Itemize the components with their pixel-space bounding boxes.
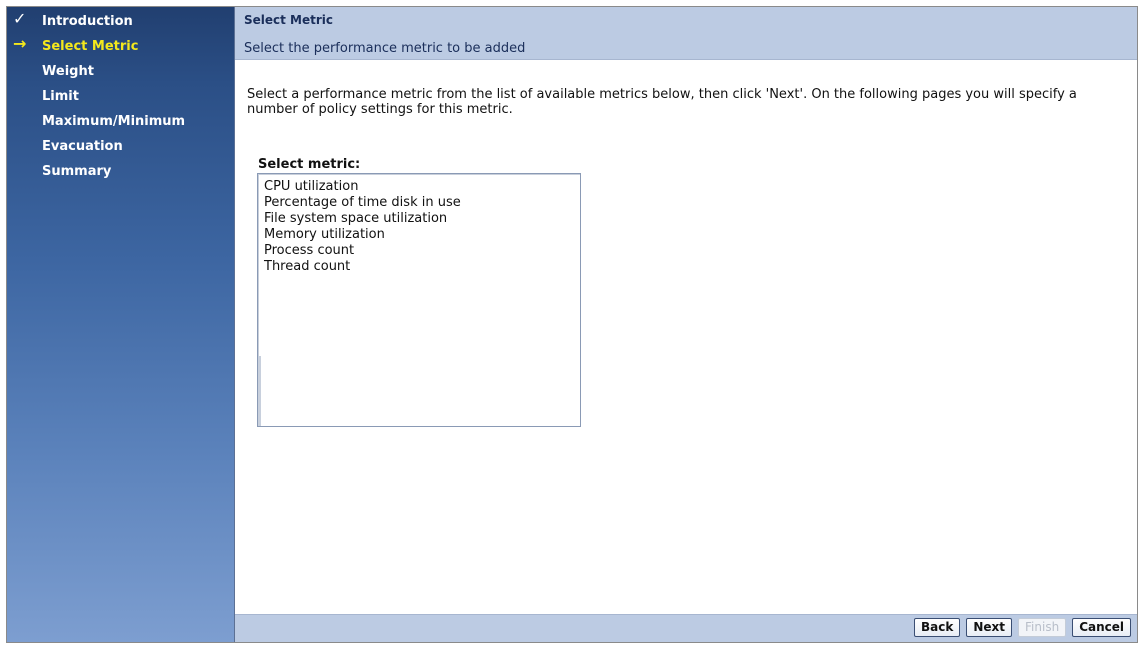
checkmark-icon: ✓ xyxy=(13,9,27,28)
step-label: Weight xyxy=(42,64,94,79)
metric-option[interactable]: Percentage of time disk in use xyxy=(264,195,574,211)
step-select-metric: → Select Metric xyxy=(7,34,234,61)
step-label: Maximum/Minimum xyxy=(42,114,186,129)
step-maximum-minimum: Maximum/Minimum xyxy=(7,111,234,136)
step-limit: Limit xyxy=(7,86,234,111)
wizard-footer: Back Next Finish Cancel xyxy=(235,614,1137,642)
wizard-window: ✓ Introduction → Select Metric Weight Li… xyxy=(6,6,1138,643)
metric-listbox[interactable]: CPU utilization Percentage of time disk … xyxy=(257,173,581,427)
cancel-button[interactable]: Cancel xyxy=(1072,618,1131,637)
step-introduction: ✓ Introduction xyxy=(7,9,234,36)
step-weight: Weight xyxy=(7,61,234,86)
wizard-steps-list: ✓ Introduction → Select Metric Weight Li… xyxy=(7,9,234,186)
metric-option[interactable]: Thread count xyxy=(264,259,574,275)
step-label: Summary xyxy=(42,164,112,179)
finish-button[interactable]: Finish xyxy=(1018,618,1067,637)
next-button[interactable]: Next xyxy=(966,618,1013,637)
metric-option[interactable]: Memory utilization xyxy=(264,227,574,243)
page-title: Select Metric xyxy=(244,13,334,27)
step-label: Limit xyxy=(42,89,79,104)
metric-option[interactable]: Process count xyxy=(264,243,574,259)
wizard-content: Select Metric Select the performance met… xyxy=(235,7,1137,642)
page-header: Select Metric Select the performance met… xyxy=(235,7,1137,60)
step-label: Evacuation xyxy=(42,139,123,154)
listbox-edge xyxy=(258,356,261,426)
arrow-right-icon: → xyxy=(13,34,27,53)
metric-option[interactable]: File system space utilization xyxy=(264,211,574,227)
step-label: Introduction xyxy=(42,14,133,29)
back-button[interactable]: Back xyxy=(914,618,961,637)
metric-option[interactable]: CPU utilization xyxy=(264,179,574,195)
instructions-text: Select a performance metric from the lis… xyxy=(247,87,1077,117)
wizard-buttons: Back Next Finish Cancel xyxy=(914,618,1131,637)
step-evacuation: Evacuation xyxy=(7,136,234,161)
step-label: Select Metric xyxy=(42,39,139,54)
metric-list-label: Select metric: xyxy=(258,157,361,172)
wizard-steps-sidebar: ✓ Introduction → Select Metric Weight Li… xyxy=(7,7,235,642)
step-summary: Summary xyxy=(7,161,234,186)
page-subtitle: Select the performance metric to be adde… xyxy=(244,41,526,56)
